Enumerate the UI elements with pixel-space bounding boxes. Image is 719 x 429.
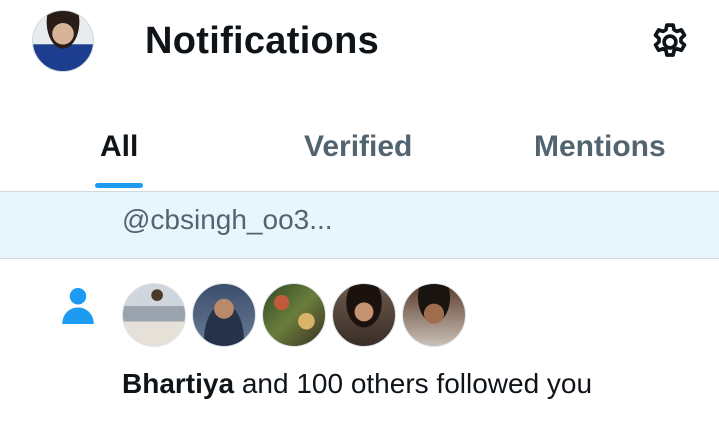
notification-tabs: All Verified Mentions: [0, 118, 719, 192]
follower-name[interactable]: Bhartiya: [122, 368, 234, 399]
mention-notification[interactable]: @cbsingh_oo3...: [0, 192, 719, 259]
follow-message: Bhartiya and 100 others followed you: [122, 368, 592, 400]
follower-avatar[interactable]: [332, 283, 396, 347]
follower-avatar[interactable]: [122, 283, 186, 347]
tab-all[interactable]: All: [100, 130, 138, 164]
follower-avatar[interactable]: [262, 283, 326, 347]
person-icon: [62, 288, 94, 324]
mention-handle: @cbsingh_oo3...: [122, 204, 333, 235]
active-tab-indicator: [95, 183, 143, 188]
follow-message-rest: and 100 others followed you: [234, 368, 593, 399]
page-title: Notifications: [145, 20, 380, 62]
follower-avatar[interactable]: [402, 283, 466, 347]
header: Notifications: [0, 0, 719, 88]
follower-avatar[interactable]: [192, 283, 256, 347]
tab-verified[interactable]: Verified: [304, 130, 412, 164]
tab-mentions[interactable]: Mentions: [534, 130, 666, 164]
follow-notification[interactable]: Bhartiya and 100 others followed you: [0, 260, 719, 429]
profile-avatar[interactable]: [32, 10, 94, 72]
gear-icon[interactable]: [648, 20, 692, 64]
